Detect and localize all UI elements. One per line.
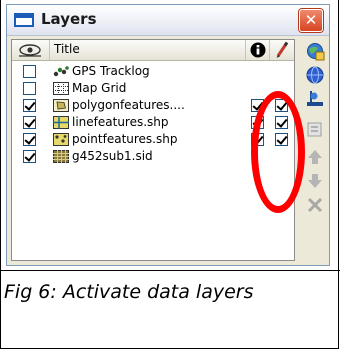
move-down-icon[interactable] (305, 171, 325, 191)
layer-row[interactable]: GPS Tracklog (12, 63, 294, 80)
layer-row[interactable]: polygonfeatures.... (12, 97, 294, 114)
column-header: Title (12, 40, 294, 61)
remove-layer-icon[interactable] (305, 195, 325, 215)
header-visibility[interactable] (12, 40, 50, 60)
line-layer-icon (53, 116, 69, 129)
map-grid-icon (53, 82, 69, 95)
highlight-oval (251, 91, 305, 213)
zoom-to-layer-icon[interactable] (305, 89, 325, 109)
figure-caption: Fig 6: Activate data layers (4, 281, 254, 303)
layer-label: polygonfeatures.... (72, 98, 185, 112)
visibility-checkbox[interactable] (23, 150, 36, 163)
globe-icon[interactable] (305, 65, 325, 85)
add-layer-icon[interactable] (305, 41, 325, 61)
layers-window: Layers ✕ Title GPS Tracklog Map Grid pol… (6, 4, 330, 266)
close-button[interactable]: ✕ (299, 9, 323, 32)
window-icon (14, 13, 34, 27)
pencil-icon (276, 41, 289, 58)
header-title[interactable]: Title (50, 40, 246, 60)
layer-label: GPS Tracklog (72, 64, 150, 78)
caption-divider (0, 270, 340, 271)
window-title: Layers (41, 10, 97, 28)
layer-label: linefeatures.shp (72, 115, 169, 129)
move-up-icon[interactable] (305, 147, 325, 167)
layer-label: pointfeatures.shp (72, 132, 178, 146)
point-layer-icon (53, 133, 69, 146)
properties-icon[interactable] (305, 119, 325, 139)
visibility-checkbox[interactable] (23, 116, 36, 129)
visibility-checkbox[interactable] (23, 82, 36, 95)
polygon-layer-icon (53, 99, 69, 112)
layer-label: g452sub1.sid (72, 149, 153, 163)
info-icon (250, 42, 266, 58)
title-bar[interactable]: Layers ✕ (7, 5, 329, 36)
layer-row[interactable]: Map Grid (12, 80, 294, 97)
layer-row[interactable]: linefeatures.shp (12, 114, 294, 131)
eye-icon (19, 44, 41, 57)
header-info[interactable] (246, 40, 270, 60)
raster-layer-icon (53, 150, 69, 163)
layer-label: Map Grid (72, 81, 127, 95)
visibility-checkbox[interactable] (23, 99, 36, 112)
visibility-checkbox[interactable] (23, 133, 36, 146)
gps-tracklog-icon (53, 66, 69, 77)
header-edit[interactable] (270, 40, 294, 60)
header-title-label: Title (54, 42, 80, 56)
visibility-checkbox[interactable] (23, 65, 36, 78)
